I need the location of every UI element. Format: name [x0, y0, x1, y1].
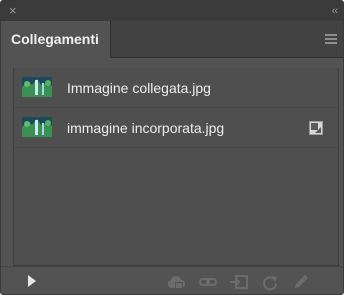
link-icon[interactable] — [198, 273, 218, 291]
list-item[interactable]: Immagine collegata.jpg — [14, 68, 338, 108]
links-panel: × ‹‹ Collegamenti Immagine collegata.jpg — [0, 0, 344, 295]
link-name: Immagine collegata.jpg — [67, 80, 211, 96]
hamburger-menu-icon[interactable] — [325, 34, 337, 44]
close-icon[interactable]: × — [9, 3, 17, 19]
pencil-icon[interactable] — [291, 273, 311, 291]
link-name: immagine incorporata.jpg — [67, 120, 225, 136]
panel-tabbar: Collegamenti — [1, 21, 343, 58]
panel-titlebar: × ‹‹ — [1, 1, 343, 21]
links-list: Immagine collegata.jpg immagine incorpor… — [13, 68, 339, 266]
tab-collegamenti[interactable]: Collegamenti — [1, 21, 111, 58]
cloud-icon[interactable] — [167, 273, 187, 291]
image-thumbnail-icon — [22, 117, 52, 137]
image-thumbnail-icon — [22, 77, 52, 97]
refresh-icon[interactable] — [260, 273, 280, 291]
play-icon[interactable] — [28, 275, 36, 287]
list-item[interactable]: immagine incorporata.jpg — [14, 108, 338, 148]
panel-toolbar — [1, 266, 343, 294]
go-to-link-icon[interactable] — [229, 273, 249, 291]
embedded-icon — [309, 121, 323, 135]
collapse-icon[interactable]: ‹‹ — [332, 3, 338, 19]
